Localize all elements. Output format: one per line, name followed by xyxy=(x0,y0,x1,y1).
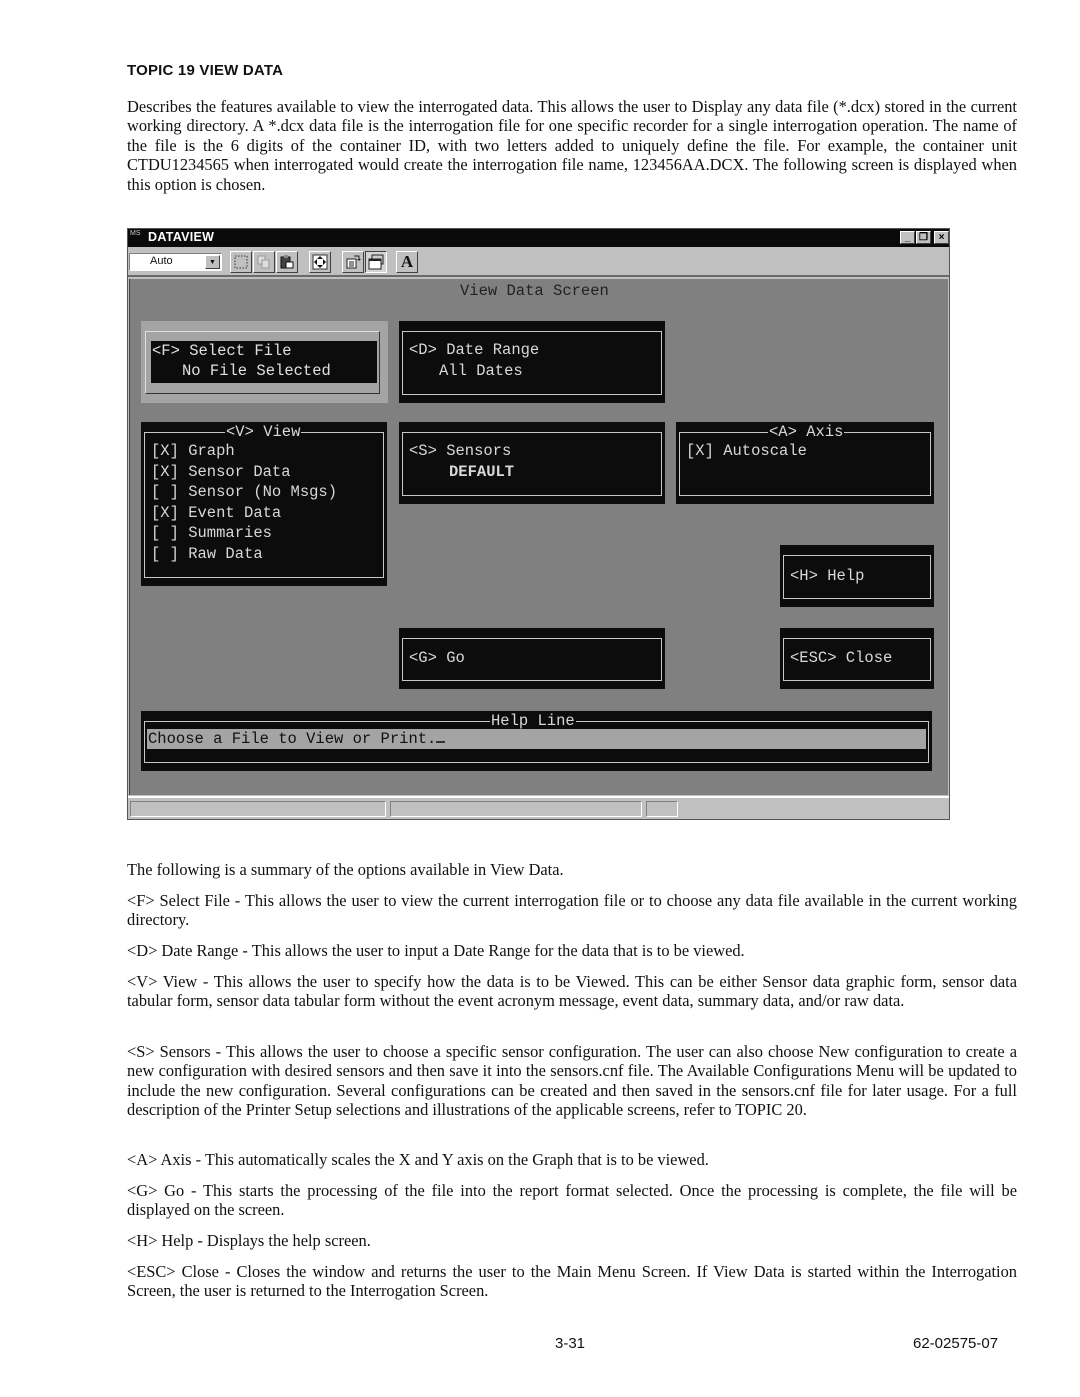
intro-paragraph: Describes the features available to view… xyxy=(127,97,1017,194)
restore-button[interactable]: ❐ xyxy=(916,231,931,244)
properties-button[interactable] xyxy=(342,251,364,273)
axis-option-autoscale[interactable]: [X] Autoscale xyxy=(686,441,807,462)
status-cell-2 xyxy=(390,801,642,817)
fullscreen-button[interactable] xyxy=(309,251,331,273)
font-size-value: Auto xyxy=(150,255,173,267)
help-line-field: Choose a File to View or Print. xyxy=(147,729,926,749)
view-data-screen: View Data Screen <F> Select File No File… xyxy=(129,279,948,795)
help-line-text: Choose a File to View or Print. xyxy=(148,730,437,748)
screen-title: View Data Screen xyxy=(460,282,609,300)
dataview-window: MS DATAVIEW _ ❐ × Auto ▼ A View Data Scr… xyxy=(127,228,950,820)
fullscreen-arrows-icon xyxy=(312,254,328,270)
date-range-button[interactable]: <D> Date Range All Dates xyxy=(399,321,665,403)
go-button[interactable]: <G> Go xyxy=(399,628,665,689)
title-bar: MS DATAVIEW _ ❐ × xyxy=(128,229,949,247)
topic-heading: TOPIC 19 VIEW DATA xyxy=(127,62,284,79)
dotted-rect-icon xyxy=(234,255,248,269)
window-title: DATAVIEW xyxy=(148,230,215,244)
go-label: <G> Go xyxy=(409,649,465,667)
app-icon: MS xyxy=(130,230,141,237)
esc-close-button[interactable]: <ESC> Close xyxy=(780,628,934,689)
font-a-icon: A xyxy=(400,252,414,271)
esc-close-label: <ESC> Close xyxy=(790,649,893,667)
page-number: 3-31 xyxy=(555,1335,586,1352)
desc-help: <H> Help - Displays the help screen. xyxy=(127,1231,371,1250)
date-range-value: All Dates xyxy=(439,362,523,380)
sensors-value: DEFAULT xyxy=(449,463,515,481)
date-range-label: <D> Date Range xyxy=(409,341,540,359)
view-option-sensor-no-msgs[interactable]: [ ] Sensor (No Msgs) xyxy=(151,482,337,503)
view-option-raw-data[interactable]: [ ] Raw Data xyxy=(151,544,263,565)
restore-icon: ❐ xyxy=(919,232,928,243)
desc-axis: <A> Axis - This automatically scales the… xyxy=(127,1150,709,1169)
copy-icon xyxy=(257,255,270,269)
text-cursor xyxy=(436,741,446,743)
help-line-panel: Help Line Choose a File to View or Print… xyxy=(141,711,932,771)
chevron-down-icon[interactable]: ▼ xyxy=(205,255,220,269)
paste-button[interactable] xyxy=(276,251,298,273)
select-file-label: <F> Select File xyxy=(152,342,292,360)
view-option-summaries[interactable]: [ ] Summaries xyxy=(151,523,272,544)
sensors-label: <S> Sensors xyxy=(409,442,512,460)
select-file-button[interactable]: <F> Select File No File Selected xyxy=(141,321,388,403)
status-bar xyxy=(128,796,949,819)
help-button[interactable]: <H> Help xyxy=(780,545,934,607)
view-options-panel: <V> View [X] Graph [X] Sensor Data [ ] S… xyxy=(141,422,387,586)
desc-view: <V> View - This allows the user to speci… xyxy=(127,972,1017,1011)
properties-icon xyxy=(346,255,361,269)
axis-panel: <A> Axis [X] Autoscale xyxy=(676,422,934,504)
view-option-event-data[interactable]: [X] Event Data xyxy=(151,503,281,524)
doc-number: 62-02575-07 xyxy=(913,1335,999,1352)
desc-select-file: <F> Select File - This allows the user t… xyxy=(127,891,1017,930)
paste-icon xyxy=(280,255,294,269)
font-button[interactable]: A xyxy=(396,251,418,273)
axis-panel-title: <A> Axis xyxy=(768,422,845,443)
background-button[interactable] xyxy=(365,251,387,273)
sensors-button[interactable]: <S> Sensors DEFAULT xyxy=(399,422,665,504)
view-option-sensor-data[interactable]: [X] Sensor Data xyxy=(151,462,291,483)
status-cell-3 xyxy=(646,801,678,817)
desc-date-range: <D> Date Range - This allows the user to… xyxy=(127,941,745,960)
font-size-combo[interactable]: Auto ▼ xyxy=(129,253,222,271)
status-cell-1 xyxy=(130,801,386,817)
minimize-button[interactable]: _ xyxy=(900,231,915,244)
toolbar: Auto ▼ A xyxy=(128,247,949,277)
view-panel-title: <V> View xyxy=(225,422,302,443)
close-window-button[interactable]: × xyxy=(934,231,949,244)
summary-intro: The following is a summary of the option… xyxy=(127,860,564,879)
mark-button[interactable] xyxy=(230,251,252,273)
select-file-value: No File Selected xyxy=(182,362,331,380)
desc-sensors: <S> Sensors - This allows the user to ch… xyxy=(127,1042,1017,1120)
desc-close: <ESC> Close - Closes the window and retu… xyxy=(127,1262,1017,1301)
help-label: <H> Help xyxy=(790,567,865,585)
copy-button[interactable] xyxy=(253,251,275,273)
view-option-graph[interactable]: [X] Graph xyxy=(151,441,235,462)
desc-go: <G> Go - This starts the processing of t… xyxy=(127,1181,1017,1220)
window-icon xyxy=(368,254,384,270)
